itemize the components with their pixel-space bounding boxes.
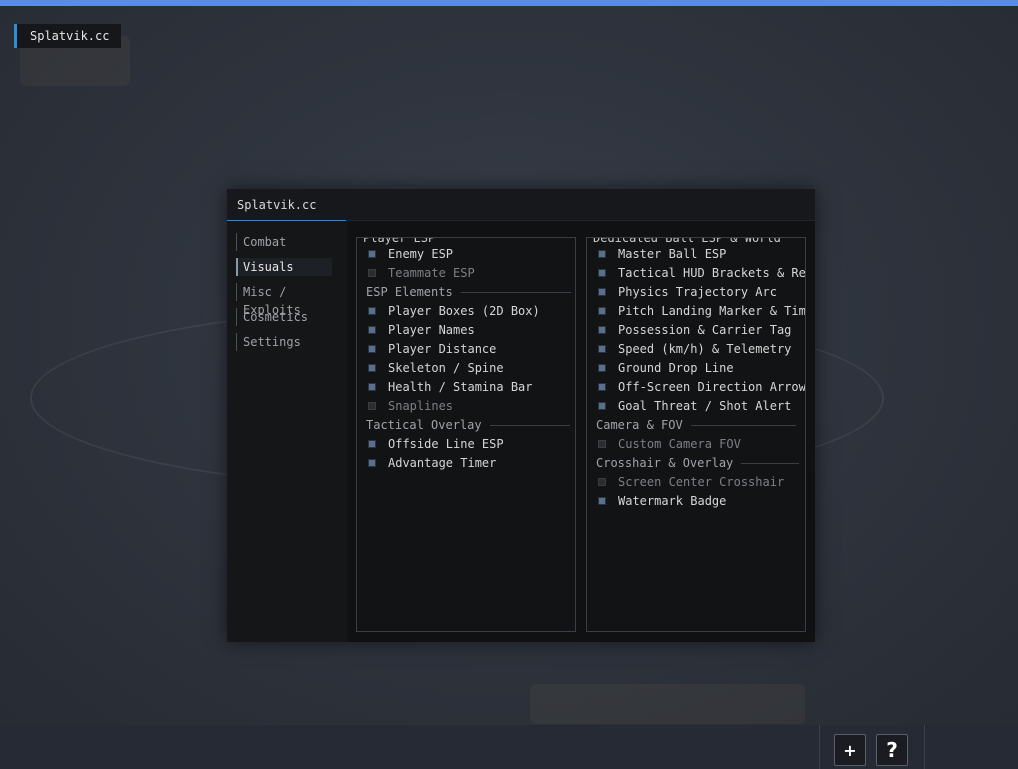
toggle-skeleton[interactable]: Skeleton / Spine [368,360,504,376]
checkbox[interactable] [368,440,376,448]
checkbox[interactable] [368,364,376,372]
checkbox[interactable] [598,497,606,505]
checkbox[interactable] [598,383,606,391]
checkbox[interactable] [598,345,606,353]
toggle-trajectory-arc[interactable]: Physics Trajectory Arc [598,284,777,300]
tab-combat[interactable]: Combat [236,233,286,251]
checkbox[interactable] [598,288,606,296]
checkbox[interactable] [598,478,606,486]
ball-esp-groupbox: Dedicated Ball ESP & World Master Ball E… [586,237,806,632]
checkbox[interactable] [598,307,606,315]
tab-settings[interactable]: Settings [236,333,301,351]
checkbox[interactable] [368,269,376,277]
toggle-custom-camera-fov[interactable]: Custom Camera FOV [598,436,741,452]
checkbox[interactable] [368,307,376,315]
checkbox[interactable] [368,345,376,353]
menu-title-bar[interactable]: Splatvik.cc [227,189,815,221]
background-hud-panel [530,684,805,724]
toggle-master-ball-esp[interactable]: Master Ball ESP [598,246,726,262]
toggle-enemy-esp[interactable]: Enemy ESP [368,246,453,262]
watermark-badge: Splatvik.cc [14,24,122,48]
toggle-snaplines[interactable]: Snaplines [368,398,453,414]
menu-sidebar: Combat Visuals Misc / Exploits Cosmetics… [227,221,347,642]
section-tactical-overlay: Tactical Overlay [366,418,570,432]
toggle-health-bar[interactable]: Health / Stamina Bar [368,379,533,395]
group-title-ball-esp: Dedicated Ball ESP & World [593,238,785,245]
toggle-offside-line[interactable]: Offside Line ESP [368,436,504,452]
cheat-menu-window: Splatvik.cc Combat Visuals Misc / Exploi… [227,189,815,642]
checkbox[interactable] [598,440,606,448]
title-divider [346,220,815,221]
section-esp-elements: ESP Elements [366,285,571,299]
toggle-goal-threat[interactable]: Goal Threat / Shot Alert [598,398,791,414]
menu-title: Splatvik.cc [237,198,317,212]
toggle-hud-brackets[interactable]: Tactical HUD Brackets & Ret [598,265,805,281]
player-esp-groupbox: Player ESP Enemy ESP Teammate ESP ESP El… [356,237,576,632]
toggle-possession-tag[interactable]: Possession & Carrier Tag [598,322,791,338]
toggle-landing-marker[interactable]: Pitch Landing Marker & Time [598,303,805,319]
checkbox[interactable] [368,250,376,258]
tab-visuals[interactable]: Visuals [236,258,332,276]
toggle-ground-drop-line[interactable]: Ground Drop Line [598,360,734,376]
toggle-player-distance[interactable]: Player Distance [368,341,496,357]
toggle-center-crosshair[interactable]: Screen Center Crosshair [598,474,784,490]
toolbar-divider [819,725,820,769]
checkbox[interactable] [368,326,376,334]
checkbox[interactable] [598,364,606,372]
tab-misc-exploits[interactable]: Misc / Exploits [236,283,347,317]
toolbar-divider [924,725,925,769]
toggle-watermark-badge[interactable]: Watermark Badge [598,493,726,509]
bottom-toolbar: + ? [0,725,1018,769]
add-button[interactable]: + [834,734,866,766]
toggle-speed-telemetry[interactable]: Speed (km/h) & Telemetry [598,341,791,357]
section-crosshair-overlay: Crosshair & Overlay [596,456,800,470]
checkbox[interactable] [368,459,376,467]
checkbox[interactable] [368,383,376,391]
toggle-player-names[interactable]: Player Names [368,322,475,338]
group-title-player-esp: Player ESP [363,238,440,245]
section-camera-fov: Camera & FOV [596,418,796,432]
checkbox[interactable] [598,269,606,277]
tab-cosmetics[interactable]: Cosmetics [236,308,308,326]
help-button[interactable]: ? [876,734,908,766]
checkbox[interactable] [368,402,376,410]
checkbox[interactable] [598,326,606,334]
checkbox[interactable] [598,402,606,410]
toggle-advantage-timer[interactable]: Advantage Timer [368,455,496,471]
toggle-player-boxes[interactable]: Player Boxes (2D Box) [368,303,540,319]
toggle-offscreen-arrow[interactable]: Off-Screen Direction Arrow [598,379,805,395]
checkbox[interactable] [598,250,606,258]
toggle-teammate-esp[interactable]: Teammate ESP [368,265,475,281]
